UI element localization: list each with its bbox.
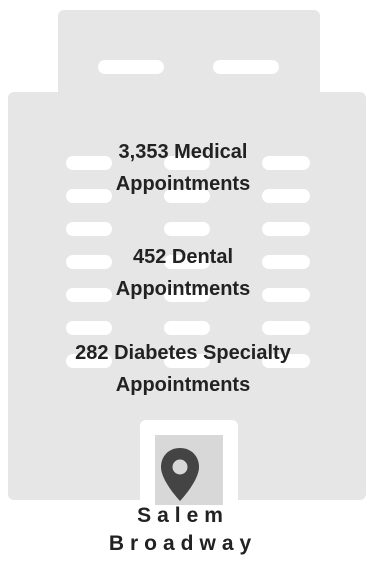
building-window bbox=[213, 60, 279, 74]
diabetes-count: 282 Diabetes Specialty bbox=[75, 342, 291, 364]
building-window bbox=[98, 60, 164, 74]
diabetes-label: Appointments bbox=[115, 374, 251, 396]
location-line-1: Salem bbox=[137, 504, 229, 527]
medical-count: 3,353 Medical bbox=[118, 141, 248, 163]
location-line-2: Broadway bbox=[108, 532, 258, 555]
dental-count: 452 Dental bbox=[132, 246, 234, 268]
diabetes-appointments-stat: 282 Diabetes Specialty Appointments bbox=[0, 337, 366, 401]
medical-appointments-stat: 3,353 Medical Appointments bbox=[0, 136, 366, 200]
map-pin-icon bbox=[161, 448, 199, 501]
dental-label: Appointments bbox=[115, 278, 251, 300]
location-name: Salem Broadway bbox=[0, 502, 366, 558]
dental-appointments-stat: 452 Dental Appointments bbox=[0, 241, 366, 305]
medical-label: Appointments bbox=[115, 173, 251, 195]
